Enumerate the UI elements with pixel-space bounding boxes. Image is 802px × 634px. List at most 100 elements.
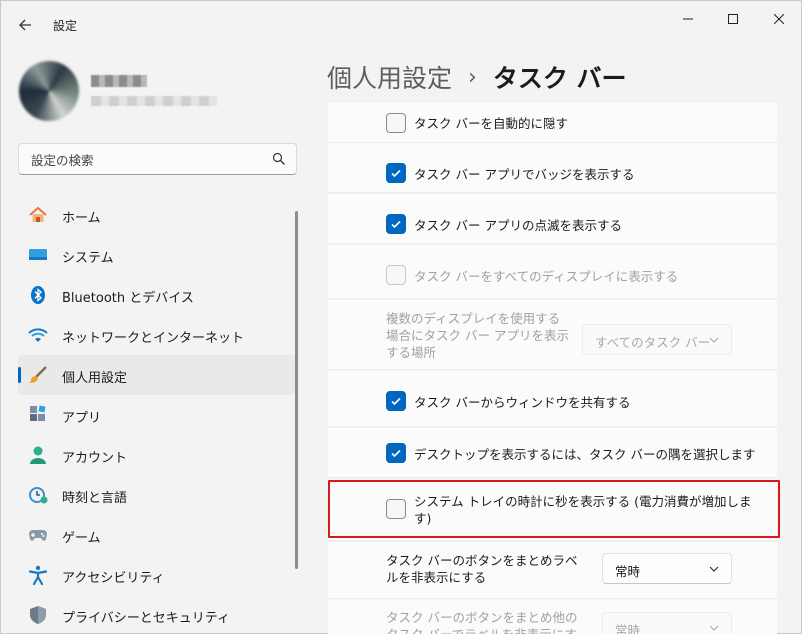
checkmark-icon — [391, 449, 401, 458]
minimize-button[interactable] — [674, 9, 702, 29]
dropdown-value: すべてのタスク バー — [595, 335, 711, 350]
breadcrumb-parent[interactable]: 個人用設定 — [327, 59, 452, 95]
setting-label: タスク バーのボタンをまとめ他のタスク バーでラベルを非表示にする — [386, 610, 578, 634]
seconds-clock-checkbox[interactable] — [386, 499, 406, 519]
arrow-left-icon — [19, 19, 31, 31]
gamepad-icon — [28, 525, 48, 545]
divider — [328, 598, 777, 599]
sidebar-item-apps[interactable]: アプリ — [18, 395, 297, 435]
sidebar-item-label: 時刻と言語 — [62, 491, 128, 506]
sidebar-scrollbar[interactable] — [295, 211, 298, 569]
setting-row-badges[interactable]: タスク バー アプリでバッジを表示する — [328, 143, 777, 193]
setting-row-desktop-corner[interactable]: デスクトップを表示するには、タスク バーの隅を選択します — [328, 428, 777, 478]
sidebar-nav: ホーム システム Bluetooth とデバイス ネットワークとインターネット — [18, 195, 297, 634]
badges-checkbox[interactable] — [386, 163, 406, 183]
divider — [328, 426, 777, 427]
maximize-button[interactable] — [719, 9, 747, 29]
monitor-icon — [28, 245, 48, 265]
search-box — [18, 143, 297, 175]
sidebar-item-label: アカウント — [62, 451, 128, 466]
chevron-down-icon — [709, 625, 719, 631]
setting-label: タスク バーをすべてのディスプレイに表示する — [414, 269, 679, 284]
sidebar-item-accounts[interactable]: アカウント — [18, 435, 297, 475]
sidebar-item-gaming[interactable]: ゲーム — [18, 515, 297, 555]
brush-icon — [28, 365, 48, 385]
back-button[interactable] — [13, 13, 37, 37]
divider — [328, 369, 777, 370]
close-button[interactable] — [765, 9, 793, 29]
setting-label: デスクトップを表示するには、タスク バーの隅を選択します — [414, 447, 756, 462]
sidebar-item-network[interactable]: ネットワークとインターネット — [18, 315, 297, 355]
chevron-down-icon — [709, 566, 719, 572]
setting-row-auto-hide[interactable]: タスク バーを自動的に隠す — [328, 103, 777, 143]
sidebar-item-time-language[interactable]: 時刻と言語 — [18, 475, 297, 515]
share-window-checkbox[interactable] — [386, 391, 406, 411]
desktop-corner-checkbox[interactable] — [386, 443, 406, 463]
combine-buttons-dropdown[interactable]: 常時 — [602, 553, 732, 584]
avatar[interactable] — [19, 61, 79, 121]
breadcrumb: 個人用設定 › タスク バー — [327, 59, 627, 95]
divider — [328, 477, 777, 478]
sidebar-item-accessibility[interactable]: アクセシビリティ — [18, 555, 297, 595]
auto-hide-checkbox[interactable] — [386, 113, 406, 133]
combine-other-dropdown: 常時 — [602, 612, 732, 634]
setting-label: タスク バーのボタンをまとめラベルを非表示にする — [386, 553, 578, 585]
setting-row-seconds-clock[interactable]: システム トレイの時計に秒を表示する (電力消費が増加します) — [328, 479, 777, 541]
shield-icon — [28, 605, 48, 625]
divider — [328, 540, 777, 541]
dropdown-value: 常時 — [615, 564, 641, 579]
settings-list: タスク バーを自動的に隠す タスク バー アプリでバッジを表示する タスク バー… — [328, 103, 777, 634]
settings-window: 設定 ホーム システム — [0, 0, 802, 634]
close-icon — [774, 14, 784, 24]
sidebar-item-label: プライバシーとセキュリティ — [62, 611, 230, 626]
apps-icon — [28, 405, 48, 425]
sidebar-item-bluetooth[interactable]: Bluetooth とデバイス — [18, 275, 297, 315]
person-icon — [28, 445, 48, 465]
divider — [328, 192, 777, 193]
sidebar-item-personalization[interactable]: 個人用設定 — [18, 355, 297, 395]
clock-globe-icon — [28, 485, 48, 505]
bluetooth-icon — [28, 285, 48, 305]
setting-row-flashing[interactable]: タスク バー アプリの点滅を表示する — [328, 194, 777, 244]
sidebar-item-privacy-security[interactable]: プライバシーとセキュリティ — [18, 595, 297, 634]
sidebar-item-system[interactable]: システム — [18, 235, 297, 275]
sidebar-item-label: アクセシビリティ — [62, 571, 165, 586]
setting-label: タスク バーからウィンドウを共有する — [414, 395, 631, 410]
minimize-icon — [683, 18, 693, 20]
sidebar-item-label: アプリ — [62, 411, 102, 426]
setting-row-share-window[interactable]: タスク バーからウィンドウを共有する — [328, 371, 777, 427]
setting-label: タスク バーを自動的に隠す — [414, 116, 568, 131]
profile-email-redacted — [91, 96, 217, 106]
search-input[interactable] — [31, 151, 261, 169]
selection-indicator — [18, 367, 21, 383]
home-icon — [28, 205, 48, 225]
window-title: 設定 — [53, 19, 78, 33]
sidebar-item-label: 個人用設定 — [62, 371, 128, 386]
all-displays-checkbox — [386, 265, 406, 285]
checkmark-icon — [391, 220, 401, 229]
sidebar-item-label: ネットワークとインターネット — [62, 331, 245, 346]
breadcrumb-separator: › — [468, 64, 477, 90]
setting-row-combine-buttons[interactable]: タスク バーのボタンをまとめラベルを非表示にする 常時 — [328, 542, 777, 599]
multi-display-dropdown: すべてのタスク バー — [582, 324, 732, 355]
sidebar-item-home[interactable]: ホーム — [18, 195, 297, 235]
dropdown-value: 常時 — [615, 623, 641, 634]
maximize-icon — [728, 14, 738, 24]
setting-label: タスク バー アプリでバッジを表示する — [414, 167, 635, 182]
divider — [328, 243, 777, 244]
setting-label: 複数のディスプレイを使用する場合にタスク バー アプリを表示する場所 — [386, 311, 569, 360]
search-icon[interactable] — [272, 152, 286, 166]
setting-label: タスク バー アプリの点滅を表示する — [414, 218, 622, 233]
divider — [328, 298, 777, 299]
title-bar: 設定 — [1, 1, 802, 49]
setting-row-combine-other: タスク バーのボタンをまとめ他のタスク バーでラベルを非表示にする 常時 — [328, 600, 777, 634]
sidebar-item-label: システム — [62, 251, 114, 266]
setting-row-multi-display: 複数のディスプレイを使用する場合にタスク バー アプリを表示する場所 すべてのタ… — [328, 300, 777, 370]
page-title: タスク バー — [492, 64, 627, 93]
accessibility-icon — [28, 565, 48, 585]
sidebar-item-label: ホーム — [62, 211, 101, 226]
wifi-icon — [28, 325, 48, 345]
chevron-down-icon — [709, 337, 719, 343]
flashing-checkbox[interactable] — [386, 214, 406, 234]
setting-row-all-displays: タスク バーをすべてのディスプレイに表示する — [328, 245, 777, 299]
